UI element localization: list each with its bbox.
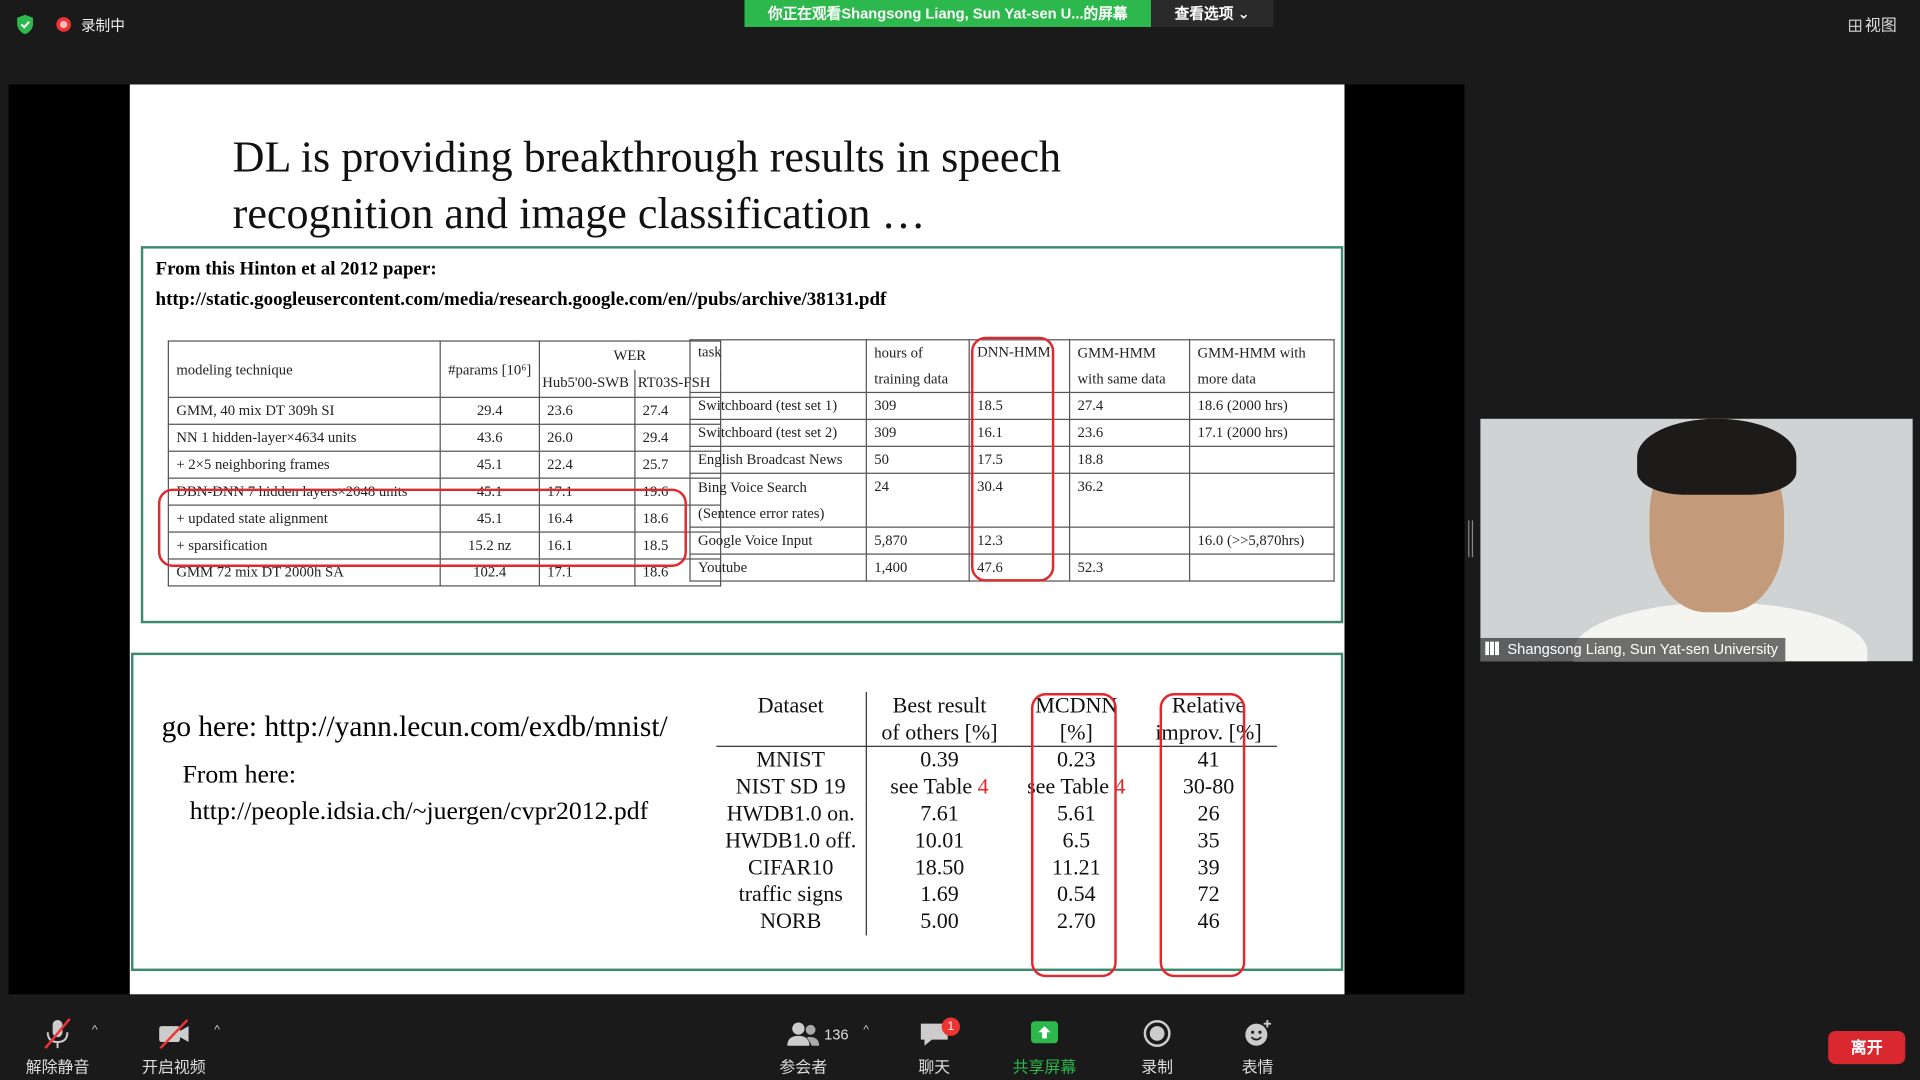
signal-icon — [1485, 641, 1503, 656]
chat-button[interactable]: 聊天 — [885, 1016, 983, 1077]
resize-handle[interactable] — [1468, 520, 1474, 558]
audio-caret-icon[interactable]: ^ — [92, 1024, 98, 1037]
record-button[interactable]: 录制 — [1108, 1016, 1206, 1077]
view-button[interactable]: 视图 — [1848, 12, 1897, 35]
speaker-name-tag: Shangsong Liang, Sun Yat-sen University — [1480, 637, 1786, 662]
viewing-banner: 你正在观看Shangsong Liang, Sun Yat-sen U...的屏… — [744, 0, 1152, 27]
slide: DL is providing breakthrough results in … — [129, 84, 1345, 995]
reactions-button[interactable]: 表情 — [1209, 1016, 1307, 1077]
share-screen-button[interactable]: 共享屏幕 — [996, 1016, 1094, 1077]
mnist-link[interactable]: go here: http://yann.lecun.com/exdb/mnis… — [162, 711, 668, 744]
view-options-button[interactable]: 查看选项 ⌄ — [1151, 0, 1274, 27]
participant-count: 136 — [824, 1026, 849, 1044]
highlight-relative-column — [1159, 693, 1246, 978]
source-citation: From this Hinton et al 2012 paper: http:… — [155, 258, 887, 310]
top-bar: 录制中 你正在观看Shangsong Liang, Sun Yat-sen U.… — [0, 0, 1920, 49]
video-caret-icon[interactable]: ^ — [214, 1024, 220, 1037]
speaker-hair — [1637, 418, 1797, 495]
cvpr-link[interactable]: http://people.idsia.ch/~juergen/cvpr2012… — [190, 796, 648, 827]
highlight-dnn-column — [971, 336, 1055, 582]
participants-caret-icon[interactable]: ^ — [863, 1024, 869, 1037]
mic-muted-icon — [44, 1017, 71, 1049]
speech-results-box: From this Hinton et al 2012 paper: http:… — [140, 246, 1344, 624]
participants-icon — [787, 1022, 820, 1046]
highlight-dbn-rows — [157, 488, 687, 567]
recording-dot-icon — [56, 17, 72, 32]
slide-title: DL is providing breakthrough results in … — [232, 132, 1062, 238]
table-row: GMM, 40 mix DT 309h SI 29.4 23.6 27.4 — [167, 396, 722, 425]
start-video-button[interactable]: 开启视频 — [125, 1016, 223, 1077]
leave-button[interactable]: 离开 — [1828, 1031, 1906, 1065]
table-row: + 2×5 neighboring frames 45.1 22.4 25.7 — [167, 450, 722, 479]
speaker-video[interactable]: Shangsong Liang, Sun Yat-sen University — [1480, 418, 1913, 662]
chat-unread-badge: 1 — [941, 1017, 961, 1036]
image-results-box: go here: http://yann.lecun.com/exdb/mnis… — [131, 652, 1344, 978]
highlight-mcdnn-column — [1031, 693, 1117, 978]
grid-icon — [1848, 19, 1862, 32]
record-icon — [1143, 1020, 1171, 1047]
shield-icon[interactable] — [15, 13, 36, 35]
recording-status[interactable]: 录制中 — [81, 15, 125, 36]
meeting-window: 录制中 你正在观看Shangsong Liang, Sun Yat-sen U.… — [0, 0, 1920, 1080]
share-screen-icon — [1031, 1021, 1058, 1044]
table-row: NN 1 hidden-layer×4634 units 43.6 26.0 29.4 — [167, 423, 722, 452]
emoji-icon — [1245, 1020, 1272, 1046]
camera-off-icon — [159, 1019, 189, 1050]
meeting-toolbar: 解除静音 ^ 开启视频 ^ 参会者 136 ^ 聊天 共享屏幕 录制 表情 — [0, 1007, 1920, 1080]
from-here-label: From here: — [182, 759, 297, 789]
shared-screen: DL is providing breakthrough results in … — [8, 84, 1465, 995]
